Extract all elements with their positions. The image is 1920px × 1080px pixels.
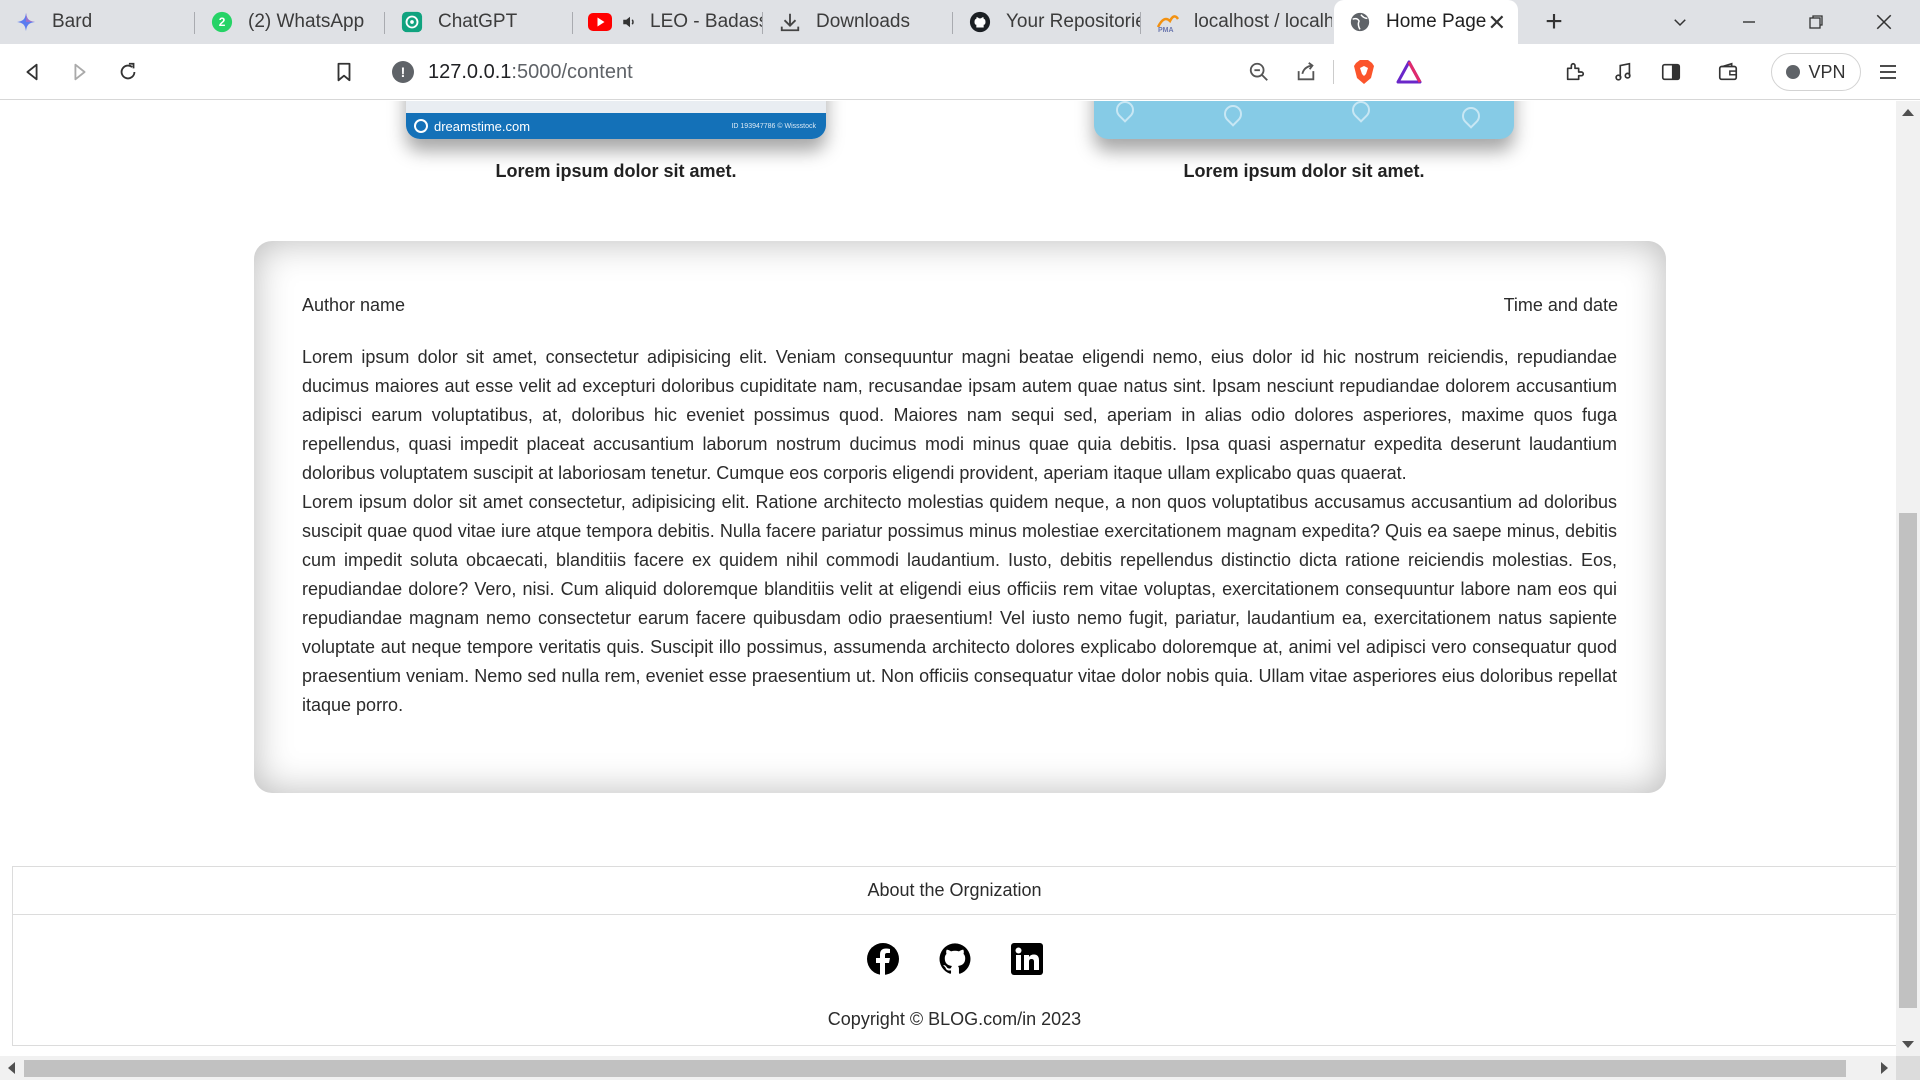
tab-label: (2) WhatsApp — [248, 11, 365, 32]
tab-label: ChatGPT — [438, 11, 518, 32]
scroll-right-icon[interactable] — [1881, 1062, 1888, 1074]
tab-github[interactable]: Your Repositories — [954, 0, 1140, 44]
tab-label: Downloads — [816, 11, 910, 32]
tab-label: LEO - Badass — [650, 11, 762, 32]
download-icon — [778, 10, 802, 34]
scroll-up-icon[interactable] — [1902, 109, 1914, 116]
tab-home-page[interactable]: Home Page ✕ — [1334, 0, 1518, 44]
menu-icon[interactable] — [1872, 56, 1904, 88]
post-paragraph: Lorem ipsum dolor sit amet consectetur, … — [302, 492, 1617, 715]
svg-text:2: 2 — [219, 15, 226, 29]
watermark-id: ID 193947786 © Wissstock — [731, 122, 816, 130]
brave-shields-icon[interactable] — [1348, 56, 1380, 88]
map-pin-icon — [1220, 101, 1246, 127]
forward-icon[interactable] — [64, 56, 96, 88]
copyright-text: Copyright © BLOG.com/in 2023 — [827, 1009, 1082, 1029]
gallery-image-left[interactable]: dreamstime.com ID 193947786 © Wissstock — [406, 101, 826, 139]
vpn-button[interactable]: VPN — [1771, 53, 1861, 91]
zoom-out-icon[interactable] — [1243, 56, 1275, 88]
address-bar[interactable]: ! 127.0.0.1:5000/content — [378, 51, 1441, 93]
youtube-icon — [588, 10, 612, 34]
brave-rewards-icon[interactable] — [1393, 56, 1425, 88]
tab-label: localhost / localhost — [1194, 11, 1332, 32]
gallery-caption-left: Lorem ipsum dolor sit amet. — [495, 161, 737, 181]
watermark-band: dreamstime.com ID 193947786 © Wissstock — [406, 113, 826, 139]
phpmyadmin-icon: PMA — [1156, 10, 1180, 34]
gallery-image-right[interactable] — [1094, 101, 1514, 139]
dreamstime-logo-icon — [414, 119, 428, 133]
vertical-scroll-thumb[interactable] — [1899, 513, 1917, 1008]
scroll-left-icon[interactable] — [8, 1062, 15, 1074]
map-pin-icon — [1458, 103, 1484, 129]
post-card: Author name Time and date Lorem ipsum do… — [254, 241, 1666, 793]
close-tab-icon[interactable]: ✕ — [1488, 10, 1506, 36]
post-timestamp: Time and date — [1503, 295, 1618, 315]
vpn-label: VPN — [1808, 61, 1846, 82]
watermark-text: dreamstime.com — [434, 118, 531, 134]
tab-strip: Bard 2 (2) WhatsApp ChatGPT LEO - Badass… — [0, 0, 1920, 44]
social-links — [13, 942, 1896, 976]
footer-heading: About the Orgnization — [13, 867, 1896, 915]
tab-downloads[interactable]: Downloads — [764, 0, 952, 44]
map-pin-icon — [1112, 101, 1138, 123]
tab-chatgpt[interactable]: ChatGPT — [386, 0, 572, 44]
tab-phpmyadmin[interactable]: PMA localhost / localhost — [1142, 0, 1332, 44]
tab-label: Home Page — [1386, 11, 1487, 32]
wallet-icon[interactable] — [1712, 56, 1744, 88]
post-paragraph: Lorem ipsum dolor sit amet, consectetur … — [302, 347, 1617, 483]
facebook-icon[interactable] — [866, 942, 900, 976]
tab-search-chevron-icon[interactable] — [1664, 6, 1696, 38]
tab-bard[interactable]: Bard — [0, 0, 194, 44]
bard-sparkle-icon — [14, 10, 38, 34]
restore-icon[interactable] — [1800, 6, 1832, 38]
browser-toolbar: ! 127.0.0.1:5000/content VPN — [0, 44, 1920, 100]
horizontal-scroll-thumb[interactable] — [24, 1060, 1846, 1077]
github-icon — [968, 10, 992, 34]
bookmark-icon[interactable] — [328, 56, 360, 88]
site-footer: About the Orgnization Copyright © BLOG.c… — [12, 866, 1896, 1046]
post-body: Lorem ipsum dolor sit amet, consectetur … — [302, 343, 1617, 720]
tab-youtube[interactable]: LEO - Badass — [574, 0, 762, 44]
close-window-icon[interactable] — [1868, 6, 1900, 38]
page-viewport: dreamstime.com ID 193947786 © Wissstock … — [0, 101, 1896, 1056]
gallery-caption-right: Lorem ipsum dolor sit amet. — [1183, 161, 1425, 181]
extensions-icon[interactable] — [1559, 56, 1591, 88]
back-icon[interactable] — [16, 56, 48, 88]
tab-label: Your Repositories — [1006, 11, 1140, 32]
minimize-icon[interactable] — [1733, 6, 1765, 38]
map-pin-icon — [1348, 101, 1374, 123]
horizontal-scrollbar[interactable] — [0, 1056, 1896, 1080]
globe-icon — [1348, 10, 1372, 34]
scroll-down-icon[interactable] — [1902, 1041, 1914, 1048]
speaker-icon[interactable] — [618, 10, 642, 34]
chatgpt-icon — [400, 10, 424, 34]
whatsapp-icon: 2 — [210, 10, 234, 34]
tab-label: Bard — [52, 11, 93, 32]
media-icon[interactable] — [1607, 56, 1639, 88]
sidebar-icon[interactable] — [1655, 56, 1687, 88]
share-icon[interactable] — [1290, 56, 1322, 88]
linkedin-icon[interactable] — [1010, 942, 1044, 976]
reload-icon[interactable] — [112, 56, 144, 88]
github-icon[interactable] — [938, 942, 972, 976]
vertical-scrollbar[interactable] — [1896, 101, 1920, 1056]
new-tab-icon[interactable]: + — [1538, 5, 1570, 38]
tab-whatsapp[interactable]: 2 (2) WhatsApp — [196, 0, 384, 44]
scrollbar-corner — [1896, 1056, 1920, 1080]
vpn-status-icon — [1786, 65, 1801, 79]
site-info-icon[interactable]: ! — [392, 61, 414, 83]
url-text[interactable]: 127.0.0.1:5000/content — [428, 61, 633, 84]
post-author: Author name — [302, 295, 406, 315]
svg-text:PMA: PMA — [1158, 27, 1174, 33]
omnibox-divider — [1333, 60, 1334, 84]
